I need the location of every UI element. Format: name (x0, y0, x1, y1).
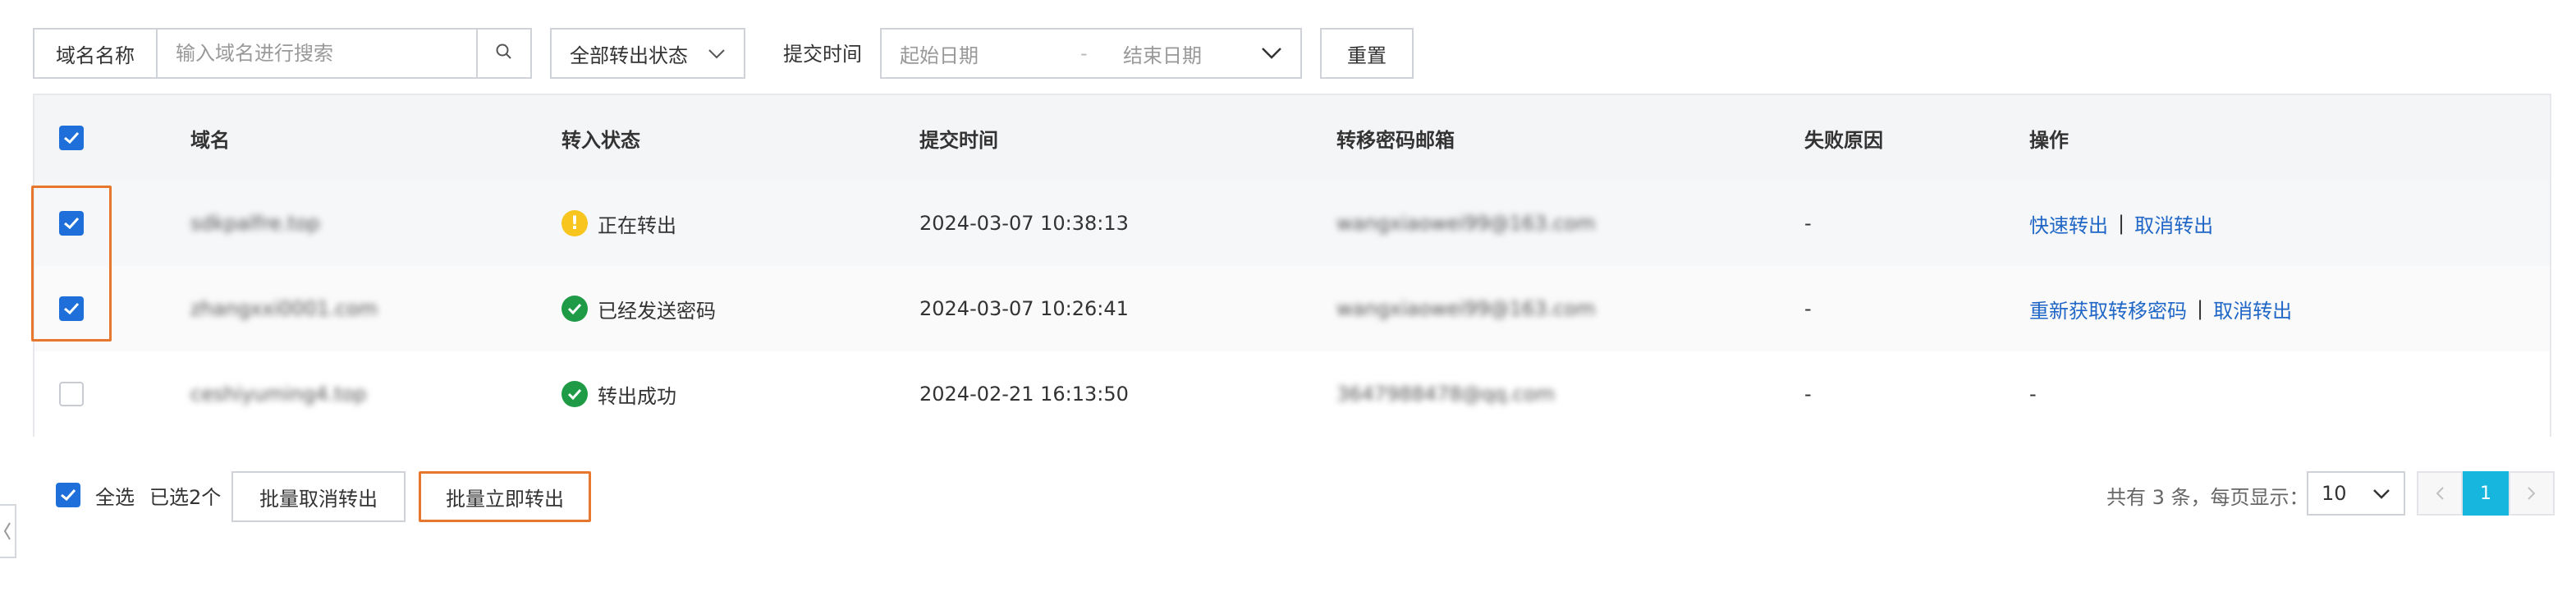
op-divider: | (2197, 297, 2204, 320)
domain-search-input[interactable] (158, 30, 476, 77)
row-reason: - (1804, 297, 1812, 320)
header-email: 转移密码邮箱 (1336, 128, 1455, 152)
search-button[interactable] (476, 30, 530, 77)
row-ops: 重新获取转移密码 | 取消转出 (2029, 266, 2292, 351)
row-ops: - (2029, 383, 2037, 406)
refetch-password-link[interactable]: 重新获取转移密码 (2029, 295, 2187, 323)
header-checkbox-cell (59, 95, 84, 181)
row-status: 已经发送密码 (561, 266, 716, 351)
row-time: 2024-02-21 16:13:50 (919, 383, 1129, 406)
row-email: wangxiaowei99@163.com (1336, 297, 1596, 320)
check-icon (61, 488, 76, 502)
transfer-table: 域名 转入状态 提交时间 转移密码邮箱 失败原因 操作 sdkpalfre.to… (33, 94, 2551, 437)
row-email: 3647988478@qq.com (1336, 383, 1556, 406)
row-reason: - (1804, 212, 1812, 235)
prev-page-button[interactable] (2417, 471, 2463, 516)
end-date-field[interactable]: 结束日期 (1123, 39, 1261, 68)
row-status-text: 已经发送密码 (598, 299, 716, 323)
header-status: 转入状态 (561, 128, 640, 152)
op-divider: | (2118, 212, 2125, 235)
chevron-left-icon (2436, 487, 2444, 500)
cancel-transfer-link[interactable]: 取消转出 (2134, 209, 2213, 238)
chevron-down-icon (708, 42, 726, 65)
domain-search-group: 域名名称 (33, 28, 532, 79)
batch-transfer-now-button[interactable]: 批量立即转出 (419, 471, 591, 522)
row-time: 2024-03-07 10:26:41 (919, 297, 1129, 320)
pagination: 1 (2417, 471, 2555, 516)
row-ops: 快速转出 | 取消转出 (2029, 181, 2213, 266)
date-separator: - (1080, 42, 1088, 65)
domain-name-label: 域名名称 (34, 30, 158, 77)
next-page-button[interactable] (2509, 471, 2555, 516)
row-time: 2024-03-07 10:38:13 (919, 212, 1129, 235)
footer-select-all-checkbox[interactable] (56, 483, 80, 507)
submit-time-label: 提交时间 (783, 43, 862, 66)
check-icon (64, 131, 80, 144)
total-count-text: 共有 3 条，每页显示： (2106, 486, 2309, 509)
batch-cancel-transfer-button[interactable]: 批量取消转出 (231, 471, 406, 522)
table-row: sdkpalfre.top ! 正在转出 2024-03-07 10:38:13… (34, 181, 2550, 266)
cancel-transfer-link[interactable]: 取消转出 (2213, 295, 2292, 323)
page-size-select[interactable]: 10 (2307, 471, 2405, 516)
success-icon (561, 296, 588, 322)
header-reason: 失败原因 (1804, 128, 1883, 152)
chevron-down-icon[interactable] (1261, 42, 1282, 65)
header-ops: 操作 (2029, 128, 2069, 152)
reset-button[interactable]: 重置 (1320, 28, 1414, 79)
selection-highlight (31, 186, 112, 342)
row-status: ! 正在转出 (561, 181, 676, 266)
select-all-label[interactable]: 全选 (95, 481, 135, 510)
row-status: 转出成功 (561, 351, 676, 437)
quick-transfer-link[interactable]: 快速转出 (2029, 209, 2108, 238)
table-header-row: 域名 转入状态 提交时间 转移密码邮箱 失败原因 操作 (34, 95, 2550, 181)
select-all-checkbox[interactable] (59, 126, 84, 150)
header-domain: 域名 (190, 128, 230, 152)
row-checkbox-cell (59, 351, 84, 437)
chevron-down-icon (2372, 482, 2390, 505)
success-icon (561, 381, 588, 407)
transfer-status-value: 全部转出状态 (570, 44, 688, 67)
page-button-current[interactable]: 1 (2463, 471, 2509, 516)
row-domain: ceshiyuming4.top (190, 383, 367, 406)
date-range-picker[interactable]: 起始日期 - 结束日期 (880, 28, 1302, 79)
row-status-text: 正在转出 (598, 213, 676, 237)
search-icon (495, 43, 513, 64)
page-size-value: 10 (2322, 482, 2347, 505)
transfer-status-select[interactable]: 全部转出状态 (550, 28, 745, 79)
chevron-left-icon (3, 522, 11, 540)
start-date-field[interactable]: 起始日期 (900, 39, 1080, 68)
collapse-sidebar-tab[interactable] (0, 504, 16, 558)
row-reason: - (1804, 383, 1812, 406)
row-status-text: 转出成功 (598, 384, 676, 408)
warning-icon: ! (561, 210, 588, 236)
table-row: zhangxxi0001.com 已经发送密码 2024-03-07 10:26… (34, 266, 2550, 351)
table-row: ceshiyuming4.top 转出成功 2024-02-21 16:13:5… (34, 351, 2550, 437)
row-domain: zhangxxi0001.com (190, 297, 378, 320)
header-time: 提交时间 (919, 128, 998, 152)
chevron-right-icon (2528, 487, 2536, 500)
selected-count: 已选2个 (149, 486, 222, 509)
row-domain: sdkpalfre.top (190, 212, 320, 235)
row-email: wangxiaowei99@163.com (1336, 212, 1596, 235)
row-checkbox[interactable] (59, 382, 84, 406)
